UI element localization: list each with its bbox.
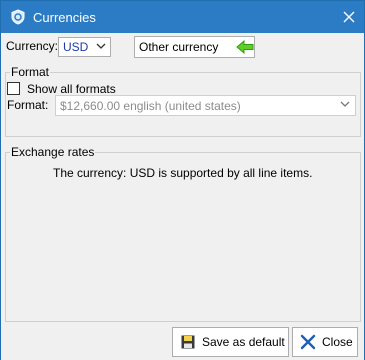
chevron-down-icon	[96, 43, 106, 49]
close-label: Close	[322, 335, 353, 349]
show-all-formats-checkbox[interactable]	[7, 82, 20, 95]
currency-row: Currency: USD Other currency	[1, 34, 364, 60]
currency-select[interactable]: USD	[58, 37, 111, 57]
window-title: Currencies	[33, 10, 96, 25]
title-bar: Currencies	[1, 1, 364, 33]
close-icon	[343, 11, 355, 23]
currency-label: Currency:	[6, 39, 59, 53]
exchange-rates-group-title: Exchange rates	[10, 145, 96, 159]
format-group-title: Format	[10, 65, 51, 79]
exchange-rates-message: The currency: USD is supported by all li…	[53, 166, 313, 180]
chevron-down-icon	[340, 101, 350, 107]
other-currency-button[interactable]: Other currency	[134, 36, 255, 58]
window-close-button[interactable]	[335, 3, 363, 31]
floppy-disk-icon	[181, 335, 195, 349]
format-select[interactable]: $12,660.00 english (united states)	[55, 95, 356, 116]
format-label: Format:	[7, 98, 49, 112]
green-left-arrow-icon	[236, 40, 254, 54]
show-all-formats-label: Show all formats	[27, 82, 116, 96]
currency-shield-icon	[11, 9, 25, 25]
other-currency-label: Other currency	[139, 40, 219, 54]
dialog-footer: Save as default Close	[1, 325, 364, 360]
format-selected-value: $12,660.00 english (united states)	[60, 99, 241, 113]
currencies-dialog: Currencies Currency: USD Other currency …	[0, 0, 365, 360]
save-as-default-label: Save as default	[202, 335, 285, 349]
close-button[interactable]: Close	[292, 327, 358, 357]
close-icon	[300, 334, 316, 350]
save-as-default-button[interactable]: Save as default	[172, 327, 289, 357]
currency-selected-value: USD	[63, 40, 89, 54]
